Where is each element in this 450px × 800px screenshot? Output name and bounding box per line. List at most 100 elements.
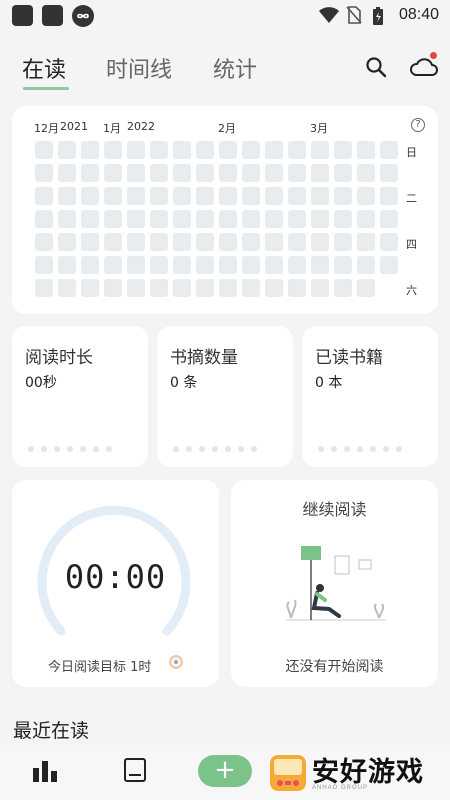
sparkline-dot xyxy=(186,446,192,452)
heatmap-cell xyxy=(127,256,145,274)
stat-title: 阅读时长 xyxy=(25,348,93,368)
heatmap-cell xyxy=(334,164,352,182)
tab-timeline[interactable]: 时间线 xyxy=(106,52,172,84)
heatmap-cell xyxy=(35,279,53,297)
continue-reading-title: 继续阅读 xyxy=(302,500,367,519)
heatmap-cell xyxy=(58,141,76,159)
tab-statistics[interactable]: 统计 xyxy=(213,52,257,84)
sparkline-dot xyxy=(28,446,34,452)
sparkline-dot xyxy=(54,446,60,452)
heatmap-cell xyxy=(173,256,191,274)
watermark-subtext: ANHAO GROUP xyxy=(312,785,369,791)
heatmap-cell xyxy=(196,141,214,159)
notification-icon xyxy=(42,5,63,26)
heatmap-cell xyxy=(288,210,306,228)
add-book-button[interactable]: + xyxy=(198,755,252,787)
bottom-nav: + 安好游戏 ANHAO GROUP xyxy=(0,745,450,800)
heatmap-cell xyxy=(357,164,375,182)
month-label: 3月 xyxy=(310,122,328,135)
heatmap-cell xyxy=(196,279,214,297)
weekday-label: 四 xyxy=(406,238,417,251)
heatmap-cell xyxy=(288,164,306,182)
bookshelf-icon[interactable] xyxy=(123,757,147,783)
sparkline-dot xyxy=(67,446,73,452)
heatmap-cell xyxy=(265,233,283,251)
stat-value: 0 本 xyxy=(315,375,343,391)
sparkline-dots xyxy=(173,446,283,454)
heatmap-cell xyxy=(104,233,122,251)
infinity-icon xyxy=(72,5,94,27)
stat-card-reading-time[interactable]: 阅读时长 00秒 xyxy=(12,326,148,467)
target-icon[interactable] xyxy=(168,654,184,670)
heatmap-cell xyxy=(311,141,329,159)
heatmap-cell xyxy=(196,233,214,251)
help-icon[interactable]: ? xyxy=(411,118,425,132)
month-label: 12月 xyxy=(34,122,59,135)
heatmap-cell xyxy=(58,187,76,205)
heatmap-cell xyxy=(58,233,76,251)
heatmap-cell xyxy=(104,210,122,228)
heatmap-cell xyxy=(219,141,237,159)
heatmap-cell xyxy=(150,210,168,228)
heatmap-cell xyxy=(150,187,168,205)
weekday-label: 二 xyxy=(406,192,417,205)
weekday-label: 日 xyxy=(406,146,417,159)
heatmap-cell xyxy=(81,233,99,251)
heatmap-cell xyxy=(127,187,145,205)
heatmap-cell xyxy=(288,279,306,297)
search-icon[interactable] xyxy=(364,55,388,79)
heatmap-cell xyxy=(35,164,53,182)
heatmap-cell xyxy=(357,233,375,251)
heatmap-cell xyxy=(334,210,352,228)
heatmap-cell xyxy=(357,187,375,205)
heatmap-cell xyxy=(150,141,168,159)
reading-illustration xyxy=(286,546,386,621)
stat-card-books-read[interactable]: 已读书籍 0 本 xyxy=(302,326,438,467)
watermark-logo-icon xyxy=(270,755,306,791)
sparkline-dot xyxy=(396,446,402,452)
tab-reading[interactable]: 在读 xyxy=(22,52,66,84)
heatmap-cell xyxy=(357,256,375,274)
heatmap-cell xyxy=(265,256,283,274)
heatmap-cell xyxy=(104,164,122,182)
heatmap-cell xyxy=(311,187,329,205)
heatmap-cell xyxy=(219,256,237,274)
heatmap-cell xyxy=(104,279,122,297)
heatmap-cell xyxy=(265,141,283,159)
heatmap-cell xyxy=(288,187,306,205)
heatmap-cell xyxy=(219,187,237,205)
heatmap-cell xyxy=(127,141,145,159)
wifi-icon xyxy=(319,7,339,23)
heatmap-cell xyxy=(58,256,76,274)
heatmap-cell xyxy=(288,141,306,159)
sparkline-dot xyxy=(318,446,324,452)
cloud-sync-icon[interactable] xyxy=(409,56,439,78)
heatmap-cell xyxy=(81,210,99,228)
sparkline-dot xyxy=(370,446,376,452)
reading-timer-card[interactable]: 00:00 今日阅读目标 1时 xyxy=(12,480,219,687)
sparkline-dot xyxy=(251,446,257,452)
heatmap-cell xyxy=(219,210,237,228)
heatmap-cell xyxy=(58,279,76,297)
sparkline-dot xyxy=(383,446,389,452)
sparkline-dot xyxy=(238,446,244,452)
heatmap-cell xyxy=(242,210,260,228)
heatmap-cell xyxy=(173,279,191,297)
stat-card-excerpts[interactable]: 书摘数量 0 条 xyxy=(157,326,293,467)
month-label: 1月 xyxy=(103,122,121,135)
heatmap-cell xyxy=(81,164,99,182)
heatmap-cell xyxy=(127,233,145,251)
heatmap-cell xyxy=(35,141,53,159)
year-label: 2021 xyxy=(60,120,88,133)
continue-reading-card[interactable]: 继续阅读 还没有开始阅读 xyxy=(231,480,438,687)
stat-title: 书摘数量 xyxy=(170,348,238,368)
heatmap-cell xyxy=(311,210,329,228)
sparkline-dots xyxy=(28,446,138,454)
sparkline-dot xyxy=(225,446,231,452)
heatmap-cell xyxy=(196,210,214,228)
heatmap-cell xyxy=(81,279,99,297)
heatmap-cell xyxy=(334,233,352,251)
heatmap-cell xyxy=(380,141,398,159)
stats-icon[interactable] xyxy=(32,759,58,783)
recent-reading-title: 最近在读 xyxy=(13,720,90,742)
